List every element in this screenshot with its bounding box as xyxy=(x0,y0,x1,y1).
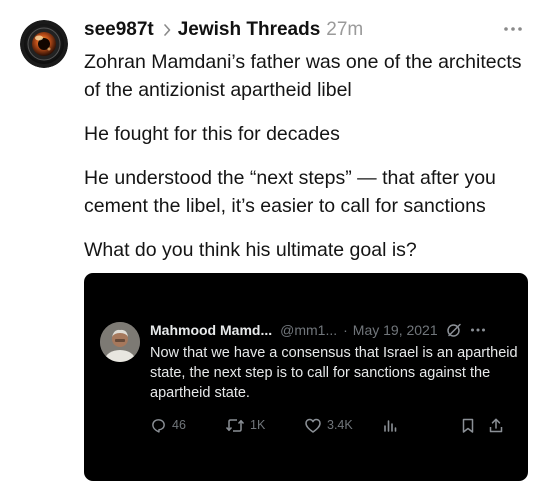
tweet-author-avatar xyxy=(100,322,140,362)
camera-lens-icon xyxy=(20,20,68,68)
tweet-date: May 19, 2021 xyxy=(352,322,438,338)
repost-count: 1K xyxy=(250,418,266,432)
reply-icon xyxy=(152,418,165,433)
repost-icon xyxy=(225,418,245,432)
user-avatar[interactable] xyxy=(20,20,68,68)
post-timestamp: 27m xyxy=(326,19,364,40)
post-paragraph: What do you think his ultimate goal is? xyxy=(84,239,417,261)
post-header: see987t Jewish Threads 27m xyxy=(84,17,363,43)
views-action xyxy=(382,415,398,435)
share-icon xyxy=(489,418,503,432)
grok-icon xyxy=(446,322,462,338)
reply-action: 46 xyxy=(150,415,186,435)
username[interactable]: see987t xyxy=(84,19,154,41)
community-name[interactable]: Jewish Threads xyxy=(178,19,321,41)
tweet-action-bar: 46 1K 3.4K xyxy=(150,415,510,435)
chevron-right-icon xyxy=(163,24,171,36)
like-count: 3.4K xyxy=(327,418,353,432)
tweet-text: Now that we have a consensus that Israel… xyxy=(150,345,518,401)
post-paragraph: He fought for this for decades xyxy=(84,123,340,145)
tweet-separator: · xyxy=(343,322,348,338)
tweet-author-handle: @mm1... xyxy=(280,322,338,338)
more-dots-icon xyxy=(504,27,522,31)
repost-action: 1K xyxy=(225,415,265,435)
share-action xyxy=(488,415,504,435)
post-paragraph: He understood the “next steps” — that af… xyxy=(84,167,496,217)
like-icon xyxy=(305,418,321,433)
post-paragraph: Zohran Mamdani’s father was one of the a… xyxy=(84,51,522,101)
like-action: 3.4K xyxy=(304,415,353,435)
bookmark-action xyxy=(460,415,476,435)
more-options-button[interactable] xyxy=(500,22,526,36)
bookmark-icon xyxy=(462,418,474,433)
tweet-more-icon xyxy=(470,327,486,333)
tweet-header: Mahmood Mamd... @mm1... · May 19, 2021 xyxy=(150,320,486,340)
tweet-author-name: Mahmood Mamd... xyxy=(150,322,273,338)
post-body: Zohran Mamdani’s father was one of the a… xyxy=(84,48,534,280)
embedded-tweet-image[interactable]: Mahmood Mamd... @mm1... · May 19, 2021 N… xyxy=(84,273,528,481)
reply-count: 46 xyxy=(172,418,186,432)
views-icon xyxy=(384,419,397,432)
